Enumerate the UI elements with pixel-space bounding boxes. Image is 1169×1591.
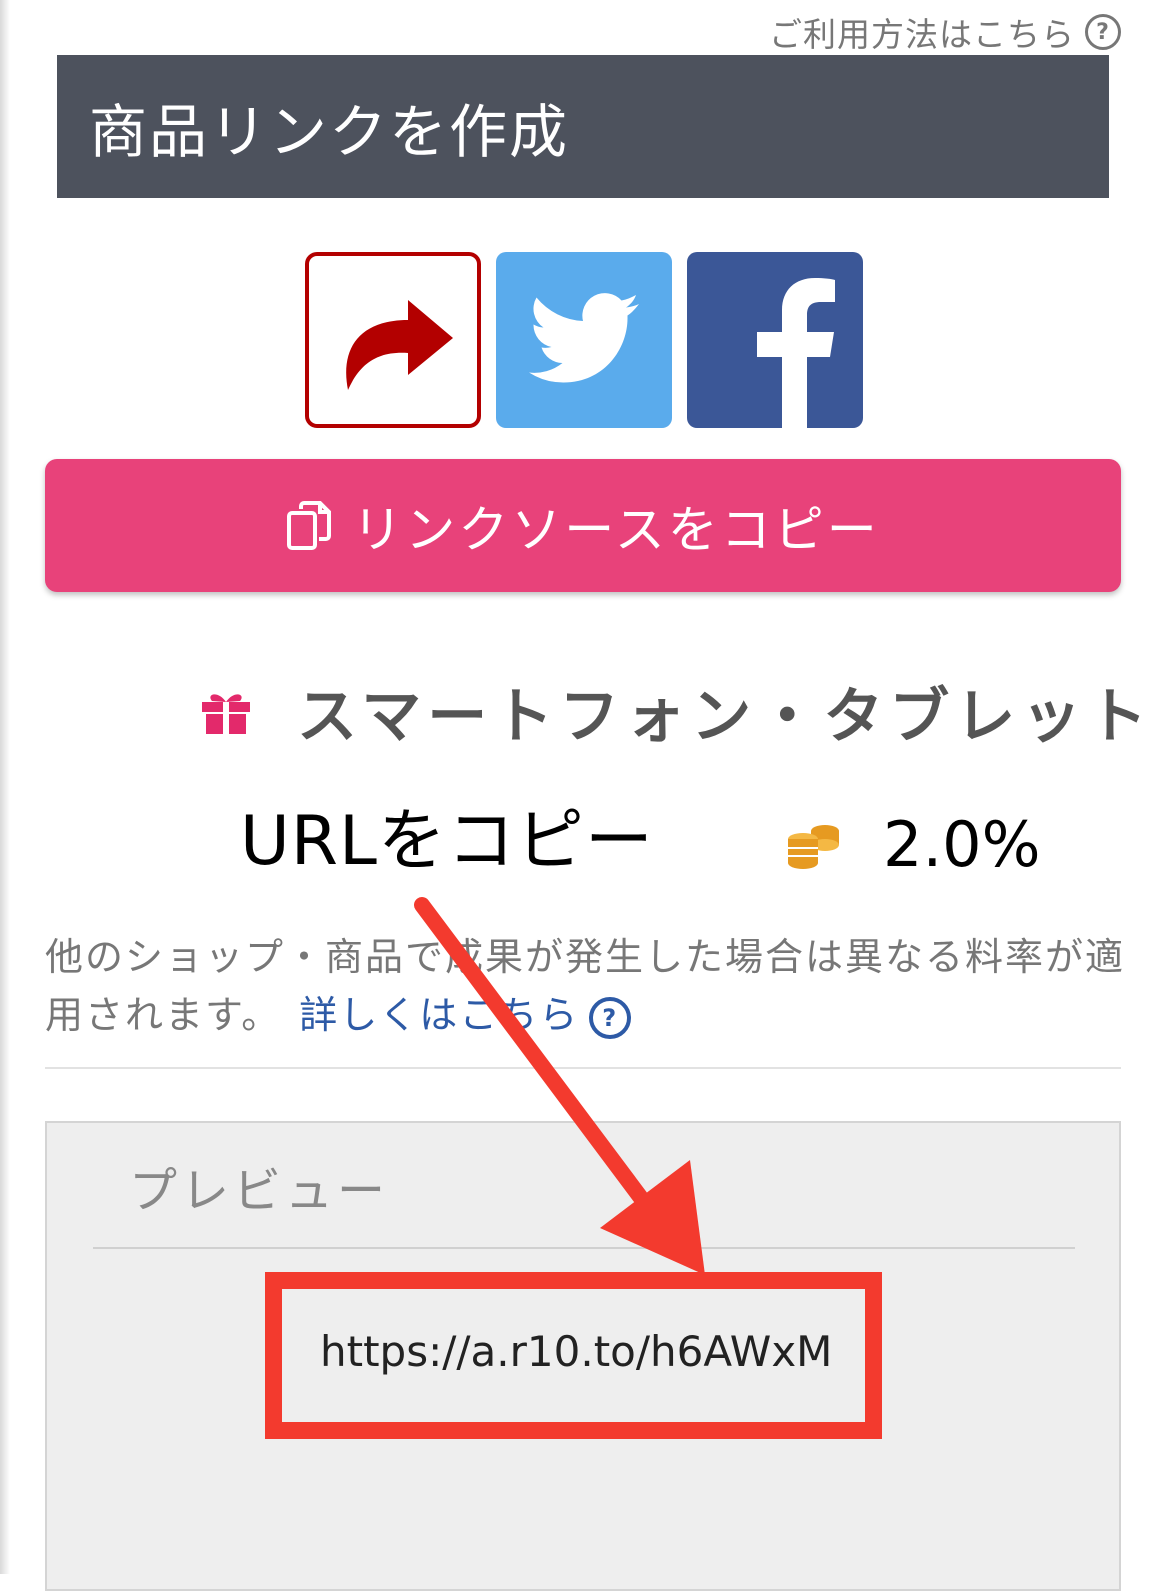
annotation-arrow bbox=[414, 897, 705, 1275]
